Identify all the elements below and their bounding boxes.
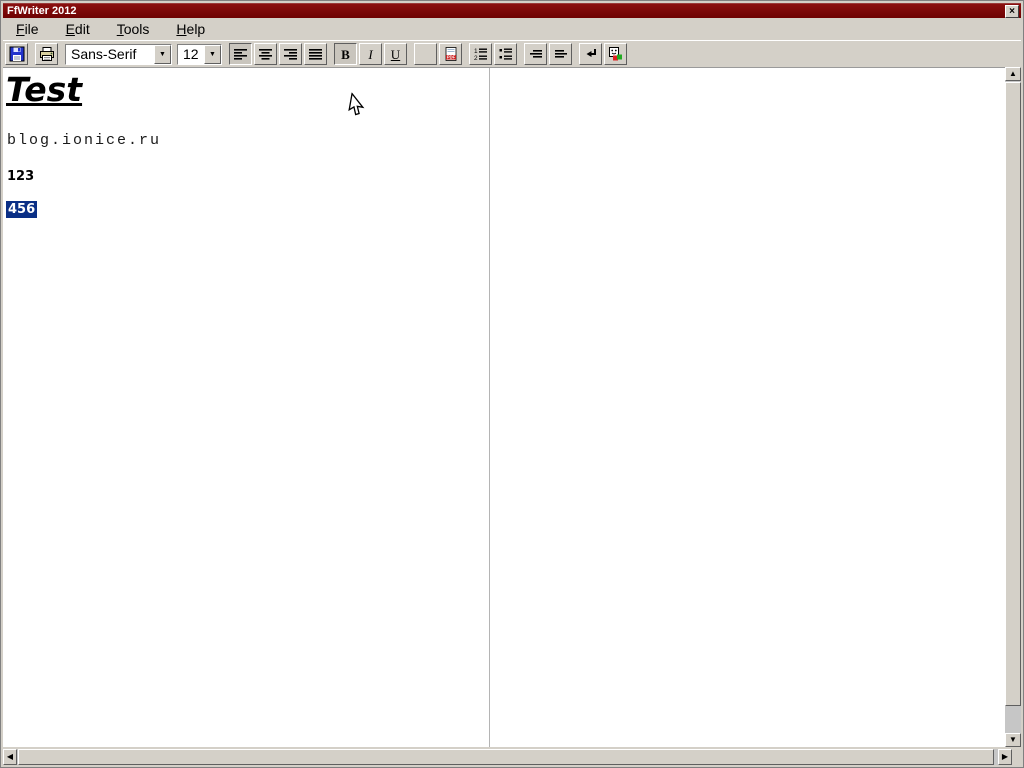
bold-button[interactable]: B	[334, 43, 357, 65]
doc-line-url[interactable]: blog.ionice.ru	[7, 132, 161, 149]
bullet-list-button[interactable]	[494, 43, 517, 65]
app-window: { "window": { "title": "FfWriter 2012", …	[0, 0, 1024, 768]
menu-tools-label: T	[116, 21, 124, 37]
scroll-right-button[interactable]: ▶	[998, 749, 1012, 765]
italic-button[interactable]: I	[359, 43, 382, 65]
line-break-button[interactable]	[579, 43, 602, 65]
menu-tools-label-rest: ools	[123, 21, 150, 37]
align-left-icon	[233, 46, 249, 62]
menu-help[interactable]: Help	[169, 19, 212, 39]
image-color-icon	[608, 46, 624, 62]
triangle-up-icon: ▲	[1009, 69, 1017, 78]
menu-edit-label: E	[65, 21, 75, 37]
window-title: FfWriter 2012	[7, 4, 77, 17]
doc-line-123[interactable]: 123	[7, 169, 34, 184]
save-button[interactable]	[5, 43, 28, 65]
insert-image-button[interactable]	[604, 43, 627, 65]
close-icon: ×	[1009, 5, 1015, 17]
scroll-down-button[interactable]: ▼	[1005, 733, 1021, 747]
bold-icon: B	[341, 46, 350, 62]
indent-decrease-button[interactable]	[524, 43, 547, 65]
scroll-left-button[interactable]: ◀	[3, 749, 17, 765]
align-right-button[interactable]	[279, 43, 302, 65]
close-button[interactable]: ×	[1005, 5, 1019, 18]
align-center-button[interactable]	[254, 43, 277, 65]
vertical-scrollbar-thumb[interactable]	[1005, 82, 1021, 706]
align-justify-button[interactable]	[304, 43, 327, 65]
align-justify-icon	[308, 46, 324, 62]
titlebar[interactable]: FfWriter 2012 ×	[3, 3, 1021, 18]
return-arrow-icon	[583, 46, 599, 62]
doc-heading[interactable]: Test	[6, 70, 82, 109]
triangle-right-icon: ▶	[1001, 752, 1009, 761]
toolbar: Sans-Serif ▼ 12 ▼ B I U PDF 12	[3, 40, 1021, 67]
menu-file-label: F	[16, 21, 25, 37]
svg-text:1: 1	[474, 48, 478, 55]
menu-bar: File Edit Tools Help	[3, 18, 1021, 40]
chevron-down-icon: ▼	[209, 50, 216, 58]
align-center-icon	[258, 46, 274, 62]
svg-text:PDF: PDF	[446, 55, 455, 60]
menu-file-label-rest: ile	[24, 21, 39, 37]
export-pdf-button[interactable]: PDF	[439, 43, 462, 65]
triangle-left-icon: ◀	[6, 752, 14, 761]
indent-decrease-icon	[528, 46, 544, 62]
scroll-up-button[interactable]: ▲	[1005, 67, 1021, 81]
svg-text:2: 2	[474, 55, 478, 62]
numbered-list-icon: 12	[473, 46, 489, 62]
font-size-combobox[interactable]: 12 ▼	[177, 43, 222, 65]
pdf-icon: PDF	[443, 46, 459, 62]
font-family-combobox[interactable]: Sans-Serif ▼	[65, 43, 172, 65]
menu-help-label-rest: elp	[186, 21, 206, 37]
horizontal-scrollbar-thumb[interactable]	[18, 749, 994, 765]
numbered-list-button[interactable]: 12	[469, 43, 492, 65]
menu-tools[interactable]: Tools	[110, 19, 157, 39]
blank-button[interactable]	[414, 43, 437, 65]
font-size-value[interactable]: 12	[178, 44, 204, 64]
doc-line-456-selected[interactable]: 456	[6, 201, 38, 218]
underline-icon: U	[390, 46, 401, 62]
indent-increase-icon	[553, 46, 569, 62]
menu-edit-label-rest: dit	[74, 21, 90, 37]
indent-increase-button[interactable]	[549, 43, 572, 65]
font-size-dropdown-button[interactable]: ▼	[204, 44, 221, 64]
chevron-down-icon: ▼	[159, 50, 166, 58]
document-area[interactable]: Test blog.ionice.ru 123 456	[3, 67, 1005, 747]
bullet-list-icon	[498, 46, 514, 62]
menu-help-label: H	[176, 21, 187, 37]
menu-file[interactable]: File	[9, 19, 46, 39]
vertical-scrollbar[interactable]: ▲ ▼	[1005, 67, 1021, 747]
italic-icon: I	[368, 46, 373, 62]
font-family-value[interactable]: Sans-Serif	[66, 44, 154, 64]
menu-edit[interactable]: Edit	[59, 19, 97, 39]
save-icon	[9, 46, 25, 62]
font-family-dropdown-button[interactable]: ▼	[154, 44, 171, 64]
print-button[interactable]	[35, 43, 58, 65]
align-right-icon	[283, 46, 299, 62]
triangle-down-icon: ▼	[1009, 735, 1017, 744]
print-icon	[39, 46, 55, 62]
align-left-button[interactable]	[229, 43, 252, 65]
horizontal-scrollbar[interactable]: ◀ ▶	[3, 749, 1012, 765]
underline-button[interactable]: U	[384, 43, 407, 65]
page-boundary-line	[489, 68, 490, 747]
